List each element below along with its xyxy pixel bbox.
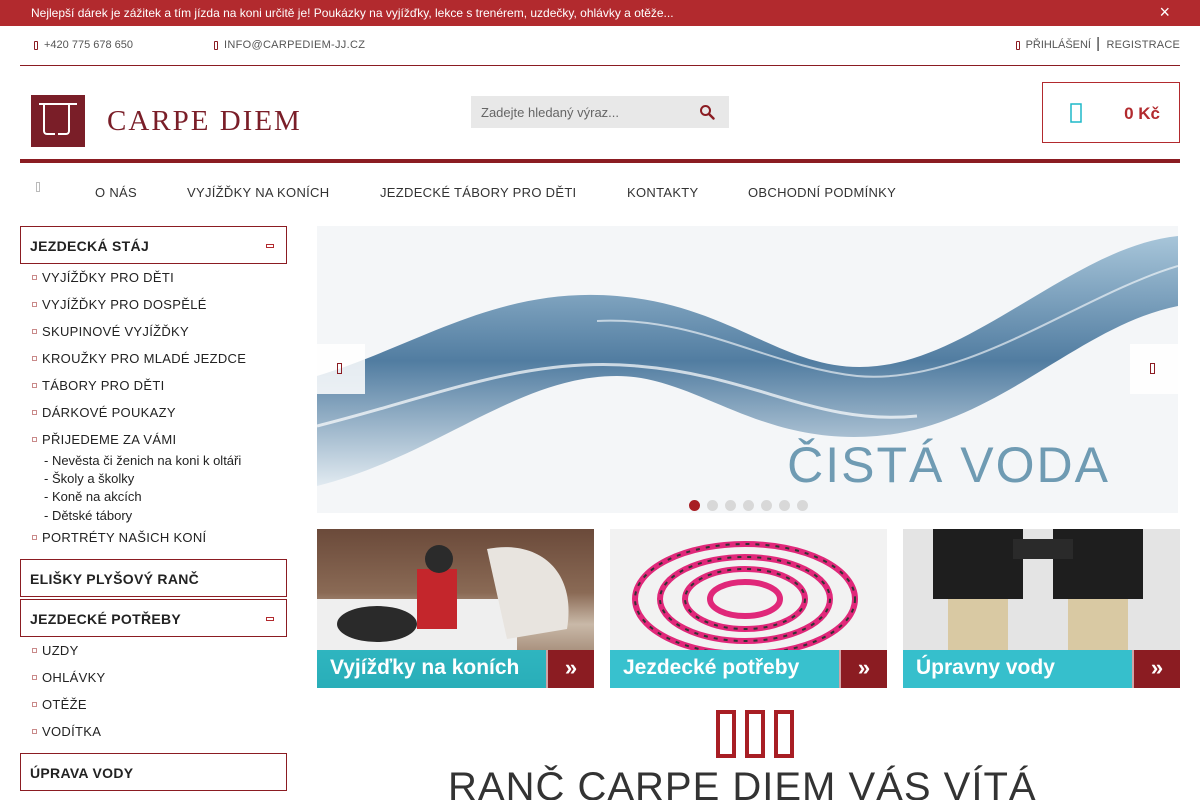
search-box (471, 96, 729, 128)
sidebar-item[interactable]: DÁRKOVÉ POUKAZY (32, 405, 176, 420)
sidebar-item[interactable]: PŘIJEDEME ZA VÁMI (31, 432, 176, 447)
email-contact[interactable]: INFO@CARPEDIEM-JJ.CZ (214, 39, 365, 51)
nav-item-vyjizdky[interactable]: VYJÍŽĎKY NA KONÍCH (187, 185, 329, 200)
slider-dot[interactable] (689, 500, 700, 511)
sidebar-item[interactable]: OHLÁVKY (32, 670, 106, 685)
sidebar-item[interactable]: TÁBORY PRO DĚTI (32, 378, 165, 393)
search-input[interactable] (471, 96, 681, 128)
banner-potreby[interactable]: Jezdecké potřeby » (610, 529, 887, 688)
sidebar-item[interactable]: OTĚŽE (32, 697, 87, 712)
main-nav: O NÁS VYJÍŽĎKY NA KONÍCH JEZDECKÉ TÁBORY… (20, 159, 1180, 210)
promo-bar: Nejlepší dárek je zážitek a tím jízda na… (0, 0, 1200, 26)
sidebar-category-plysovy-ranc[interactable]: ELIŠKY PLYŠOVÝ RANČ (20, 559, 287, 597)
chevron-left-icon (337, 363, 342, 374)
category-title: JEZDECKÁ STÁJ (30, 238, 150, 254)
sidebar-subitem[interactable]: - Školy a školky (44, 471, 134, 486)
cart-button[interactable]: 0 Kč (1042, 82, 1180, 143)
promo-text[interactable]: Nejlepší dárek je zážitek a tím jízda na… (31, 6, 674, 20)
water-filter-photo (933, 529, 1143, 650)
slider-next-button[interactable] (1130, 344, 1178, 394)
rider-photo (317, 545, 569, 650)
logo-mark-icon (31, 95, 85, 147)
slide-caption: ČISTÁ VODA (787, 437, 1110, 493)
hero-slider: ČISTÁ VODA (317, 226, 1178, 513)
sidebar-subitem[interactable]: - Nevěsta či ženich na koni k oltáři (44, 453, 241, 468)
slider-dot[interactable] (779, 500, 790, 511)
banner-upravny[interactable]: Úpravny vody » (903, 529, 1180, 688)
nav-item-obchodni-podminky[interactable]: OBCHODNÍ PODMÍNKY (748, 185, 896, 200)
double-chevron-icon[interactable]: » (1132, 650, 1180, 688)
sidebar-item[interactable]: VYJÍŽĎKY PRO DOSPĚLÉ (32, 297, 207, 312)
nav-item-tabory[interactable]: JEZDECKÉ TÁBORY PRO DĚTI (380, 185, 576, 200)
top-bar: +420 775 678 650 INFO@CARPEDIEM-JJ.CZ PŘ… (20, 26, 1180, 66)
sidebar-category-uprava-vody[interactable]: ÚPRAVA VODY (20, 753, 287, 791)
slider-dots (689, 500, 808, 511)
sidebar-category-jezdecke-potreby[interactable]: JEZDECKÉ POTŘEBY (20, 599, 287, 637)
phone-icon (34, 40, 38, 50)
ornament-icon (716, 710, 794, 758)
envelope-icon (214, 40, 218, 50)
banner-vyjizdky[interactable]: Vyjížďky na koních » (317, 529, 594, 688)
search-icon[interactable] (699, 104, 715, 120)
sidebar-item[interactable]: VYJÍŽĎKY PRO DĚTI (32, 270, 174, 285)
slider-dot[interactable] (743, 500, 754, 511)
sidebar-item[interactable]: KROUŽKY PRO MLADÉ JEZDCE (31, 351, 246, 366)
sidebar-subitem[interactable]: - Dětské tábory (44, 508, 132, 523)
home-icon[interactable] (36, 182, 40, 192)
cart-icon (1070, 103, 1082, 123)
slider-dot[interactable] (761, 500, 772, 511)
phone-number: +420 775 678 650 (44, 39, 134, 51)
category-title: ÚPRAVA VODY (30, 765, 134, 781)
close-icon[interactable]: × (1159, 3, 1170, 21)
cart-total: 0 Kč (1124, 104, 1160, 123)
login-label: PŘIHLÁŠENÍ (1025, 39, 1091, 51)
top-separator: | (1096, 35, 1100, 52)
sidebar-item[interactable]: SKUPINOVÉ VYJÍŽĎKY (32, 324, 189, 339)
slider-prev-button[interactable] (317, 344, 365, 394)
slider-dot[interactable] (707, 500, 718, 511)
chevron-right-icon (1150, 363, 1155, 374)
register-link[interactable]: REGISTRACE (1106, 39, 1180, 51)
phone-contact[interactable]: +420 775 678 650 (34, 39, 133, 51)
email-address: INFO@CARPEDIEM-JJ.CZ (224, 39, 366, 51)
sidebar-item[interactable]: UZDY (32, 643, 79, 658)
sidebar-item[interactable]: PORTRÉTY NAŠICH KONÍ (31, 530, 206, 545)
slider-dot[interactable] (725, 500, 736, 511)
double-chevron-icon[interactable]: » (546, 650, 594, 688)
login-link[interactable]: PŘIHLÁŠENÍ (1015, 39, 1091, 51)
user-icon (1015, 40, 1020, 50)
sidebar-category-jezdecka-staj[interactable]: JEZDECKÁ STÁJ (20, 226, 287, 264)
sidebar-subitem[interactable]: - Koně na akcích (44, 489, 142, 504)
logo[interactable]: CARPE DIEM (31, 95, 302, 147)
category-title: JEZDECKÉ POTŘEBY (30, 611, 182, 627)
sidebar-item[interactable]: VODÍTKA (31, 724, 101, 739)
logo-text: CARPE DIEM (107, 104, 302, 137)
collapse-icon[interactable] (266, 617, 274, 621)
slider-dot[interactable] (797, 500, 808, 511)
double-chevron-icon[interactable]: » (839, 650, 887, 688)
category-title: ELIŠKY PLYŠOVÝ RANČ (30, 571, 200, 587)
welcome-heading: RANČ CARPE DIEM VÁS VÍTÁ (448, 765, 1037, 800)
collapse-icon[interactable] (266, 244, 274, 248)
rope-photo (632, 541, 858, 650)
nav-item-kontakty[interactable]: KONTAKTY (627, 185, 699, 200)
nav-item-o-nas[interactable]: O NÁS (95, 185, 137, 200)
